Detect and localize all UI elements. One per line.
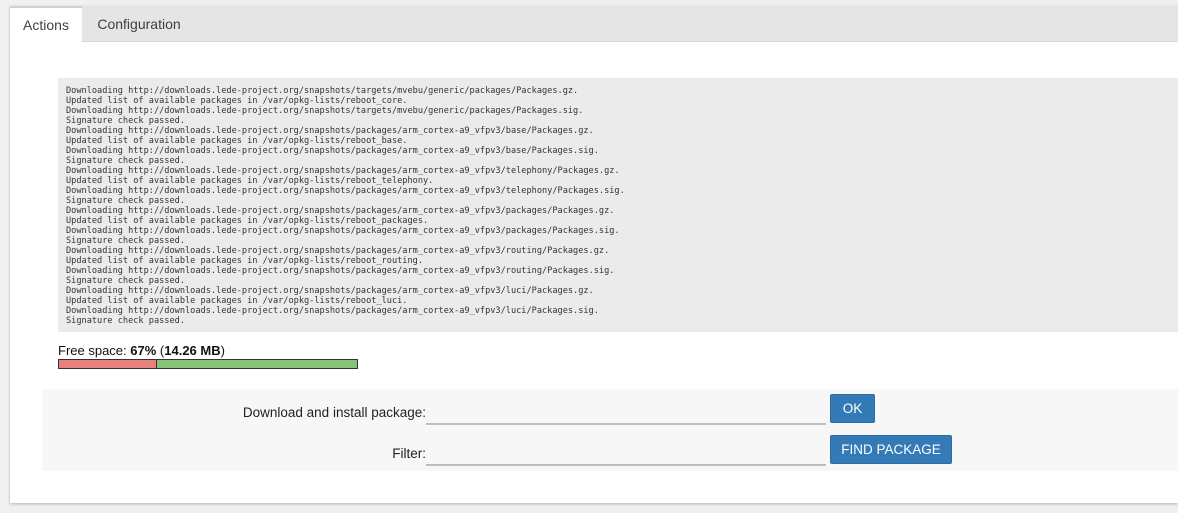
filter-input[interactable] bbox=[426, 440, 826, 466]
package-form-panel: Download and install package: OK Filter:… bbox=[42, 389, 1178, 471]
free-space-text: Free space: 67% (14.26 MB) bbox=[58, 343, 225, 358]
free-space-percent: 67% bbox=[130, 343, 157, 358]
tab-bar: Actions Configuration bbox=[10, 6, 1178, 42]
free-space-size: 14.26 MB bbox=[164, 343, 221, 358]
tab-configuration[interactable]: Configuration bbox=[82, 6, 196, 42]
install-package-input[interactable] bbox=[426, 399, 826, 425]
find-package-button[interactable]: FIND PACKAGE bbox=[830, 435, 952, 464]
tab-actions[interactable]: Actions bbox=[10, 6, 82, 42]
disk-usage-bar bbox=[58, 359, 358, 369]
install-package-label: Download and install package: bbox=[242, 405, 426, 420]
free-space-label: Free space: bbox=[58, 343, 131, 358]
ok-button[interactable]: OK bbox=[830, 394, 875, 423]
filter-label: Filter: bbox=[392, 446, 426, 461]
opkg-log-output: Downloading http://downloads.lede-projec… bbox=[58, 78, 1178, 332]
main-card: Actions Configuration Downloading http:/… bbox=[10, 6, 1178, 503]
disk-used-fill bbox=[59, 360, 158, 368]
free-space-close-paren: ) bbox=[220, 343, 225, 358]
